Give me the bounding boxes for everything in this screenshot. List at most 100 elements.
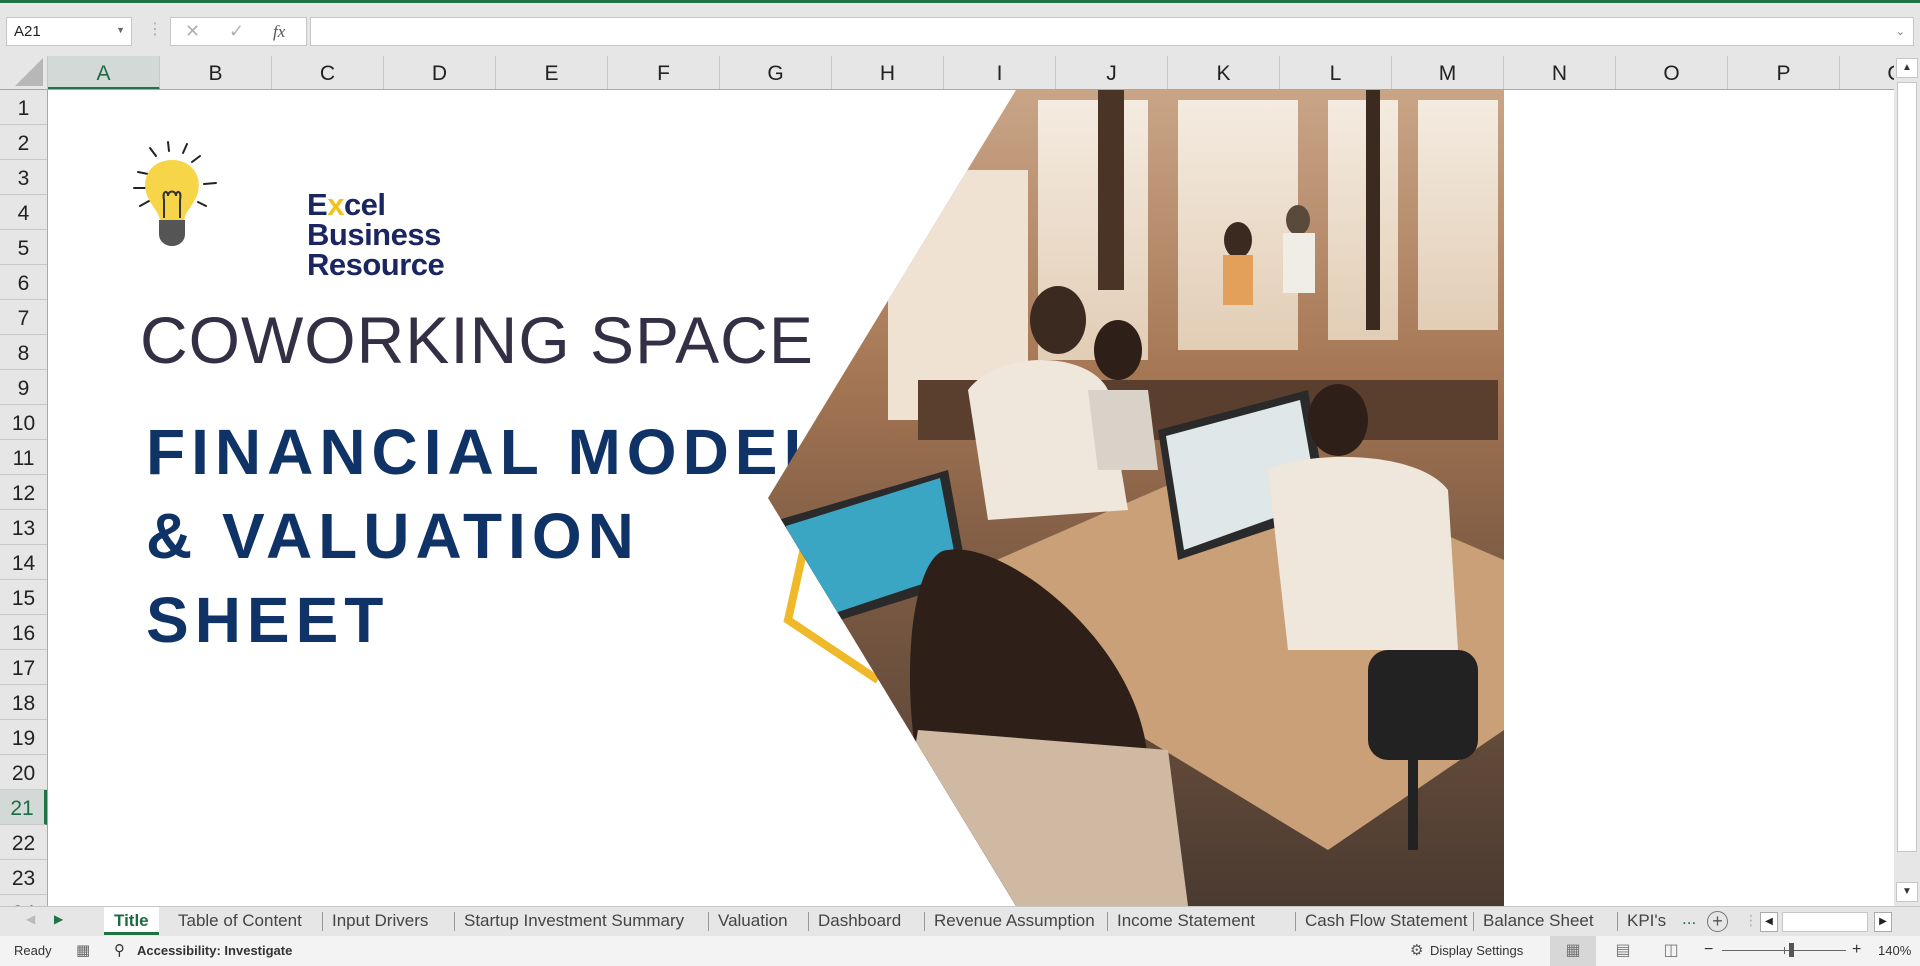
sheet-tab[interactable]: Input Drivers	[322, 907, 438, 935]
row-header[interactable]: 12	[0, 475, 47, 510]
row-header[interactable]: 23	[0, 860, 47, 895]
column-headers: ABCDEFGHIJKLMNOPQ	[48, 56, 1894, 90]
row-header[interactable]: 18	[0, 685, 47, 720]
row-header[interactable]: 3	[0, 160, 47, 195]
row-header[interactable]: 22	[0, 825, 47, 860]
zoom-slider-center-tick	[1784, 947, 1785, 954]
sheet-tab[interactable]: Startup Investment Summary	[454, 907, 694, 935]
zoom-slider[interactable]	[1722, 943, 1846, 957]
row-header[interactable]: 17	[0, 650, 47, 685]
normal-view-icon[interactable]: ▦	[1550, 936, 1596, 966]
row-header[interactable]: 21	[0, 790, 47, 825]
photo-graphic	[768, 90, 1504, 906]
horizontal-scroll-thumb[interactable]	[1782, 912, 1868, 932]
column-header[interactable]: C	[272, 56, 384, 89]
zoom-level[interactable]: 140%	[1878, 943, 1911, 958]
sheet-tab[interactable]: Cash Flow Statement	[1295, 907, 1478, 935]
scroll-up-icon[interactable]: ▲	[1896, 58, 1918, 78]
prev-sheet-icon[interactable]: ◀	[26, 912, 35, 926]
sheet-tab[interactable]: Dashboard	[808, 907, 911, 935]
select-all-button[interactable]	[0, 56, 48, 90]
sheet-tab[interactable]: Valuation	[708, 907, 798, 935]
formula-bar: A21 ▼ ⋮ ✕ ✓ fx ⌄	[0, 3, 1920, 55]
column-header[interactable]: Q	[1840, 56, 1894, 89]
formula-bar-grip-icon[interactable]: ⋮	[147, 20, 163, 40]
column-header[interactable]: B	[160, 56, 272, 89]
row-header[interactable]: 13	[0, 510, 47, 545]
name-box[interactable]: A21 ▼	[6, 17, 132, 46]
column-header[interactable]: G	[720, 56, 832, 89]
row-header[interactable]: 1	[0, 90, 47, 125]
zoom-slider-knob[interactable]	[1789, 943, 1794, 957]
name-box-dropdown-icon[interactable]: ▼	[116, 25, 125, 35]
worksheet-grid[interactable]: Excel Business Resource COWORKING SPACE …	[48, 90, 1894, 906]
page-break-view-icon[interactable]: ◫	[1648, 936, 1694, 966]
row-header[interactable]: 9	[0, 370, 47, 405]
row-header[interactable]: 15	[0, 580, 47, 615]
next-sheet-icon[interactable]: ▶	[54, 912, 63, 926]
column-header[interactable]: L	[1280, 56, 1392, 89]
more-sheets-button[interactable]: ...	[1682, 909, 1696, 929]
macro-record-icon[interactable]: ▦	[76, 941, 90, 959]
row-header[interactable]: 16	[0, 615, 47, 650]
row-header[interactable]: 24	[0, 895, 47, 906]
vertical-scrollbar[interactable]: ▲ ▼	[1894, 56, 1920, 906]
tab-splitter-icon[interactable]: ⋮	[1744, 912, 1758, 929]
scroll-down-icon[interactable]: ▼	[1896, 882, 1918, 902]
subtitle: COWORKING SPACE	[140, 303, 814, 377]
zoom-out-button[interactable]: −	[1704, 941, 1713, 959]
page-layout-view-icon[interactable]: ▤	[1600, 936, 1646, 966]
sheet-tab[interactable]: Title	[104, 907, 159, 935]
row-header[interactable]: 20	[0, 755, 47, 790]
enter-icon[interactable]: ✓	[229, 21, 244, 42]
accessibility-status[interactable]: Accessibility: Investigate	[137, 943, 292, 958]
row-header[interactable]: 5	[0, 230, 47, 265]
column-header[interactable]: M	[1392, 56, 1504, 89]
cancel-icon[interactable]: ✕	[185, 21, 200, 42]
title-line: & VALUATION	[146, 500, 640, 572]
column-header[interactable]: D	[384, 56, 496, 89]
sheet-tab[interactable]: Income Statement	[1107, 907, 1265, 935]
column-header[interactable]: H	[832, 56, 944, 89]
column-header[interactable]: F	[608, 56, 720, 89]
accessibility-icon[interactable]: ⚲	[114, 941, 125, 959]
expand-formula-bar-icon[interactable]: ⌄	[1896, 25, 1905, 38]
row-header[interactable]: 14	[0, 545, 47, 580]
title-line: SHEET	[146, 584, 390, 656]
column-header[interactable]: O	[1616, 56, 1728, 89]
horizontal-scrollbar[interactable]: ◀ ▶	[1760, 912, 1894, 932]
row-header[interactable]: 10	[0, 405, 47, 440]
scroll-right-icon[interactable]: ▶	[1874, 912, 1892, 932]
column-header[interactable]: E	[496, 56, 608, 89]
row-header[interactable]: 6	[0, 265, 47, 300]
zoom-in-button[interactable]: +	[1852, 941, 1861, 959]
column-header[interactable]: J	[1056, 56, 1168, 89]
row-header[interactable]: 19	[0, 720, 47, 755]
sheet-tab[interactable]: Balance Sheet	[1473, 907, 1604, 935]
main-title: FINANCIAL MODEL & VALUATION SHEET	[146, 410, 829, 662]
column-header[interactable]: N	[1504, 56, 1616, 89]
name-box-value: A21	[14, 23, 41, 40]
column-header[interactable]: P	[1728, 56, 1840, 89]
add-sheet-button[interactable]: +	[1707, 911, 1728, 932]
status-ready: Ready	[14, 943, 52, 958]
row-header[interactable]: 7	[0, 300, 47, 335]
display-settings-button[interactable]: Display Settings	[1430, 943, 1523, 958]
column-header[interactable]: I	[944, 56, 1056, 89]
column-header[interactable]: K	[1168, 56, 1280, 89]
vertical-scroll-thumb[interactable]	[1897, 82, 1917, 852]
row-header[interactable]: 4	[0, 195, 47, 230]
sheet-tab[interactable]: Table of Content	[168, 907, 312, 935]
coworking-photo[interactable]	[768, 90, 1504, 906]
sheet-tab[interactable]: KPI's	[1617, 907, 1676, 935]
logo-text: Excel Business Resource	[307, 187, 445, 282]
row-header[interactable]: 2	[0, 125, 47, 160]
row-header[interactable]: 11	[0, 440, 47, 475]
scroll-left-icon[interactable]: ◀	[1760, 912, 1778, 932]
sheet-tab[interactable]: Revenue Assumption	[924, 907, 1105, 935]
formula-input[interactable]: ⌄	[310, 17, 1914, 46]
display-settings-icon[interactable]: ⚙	[1410, 941, 1423, 959]
row-header[interactable]: 8	[0, 335, 47, 370]
insert-function-icon[interactable]: fx	[273, 22, 285, 42]
column-header[interactable]: A	[48, 56, 160, 89]
